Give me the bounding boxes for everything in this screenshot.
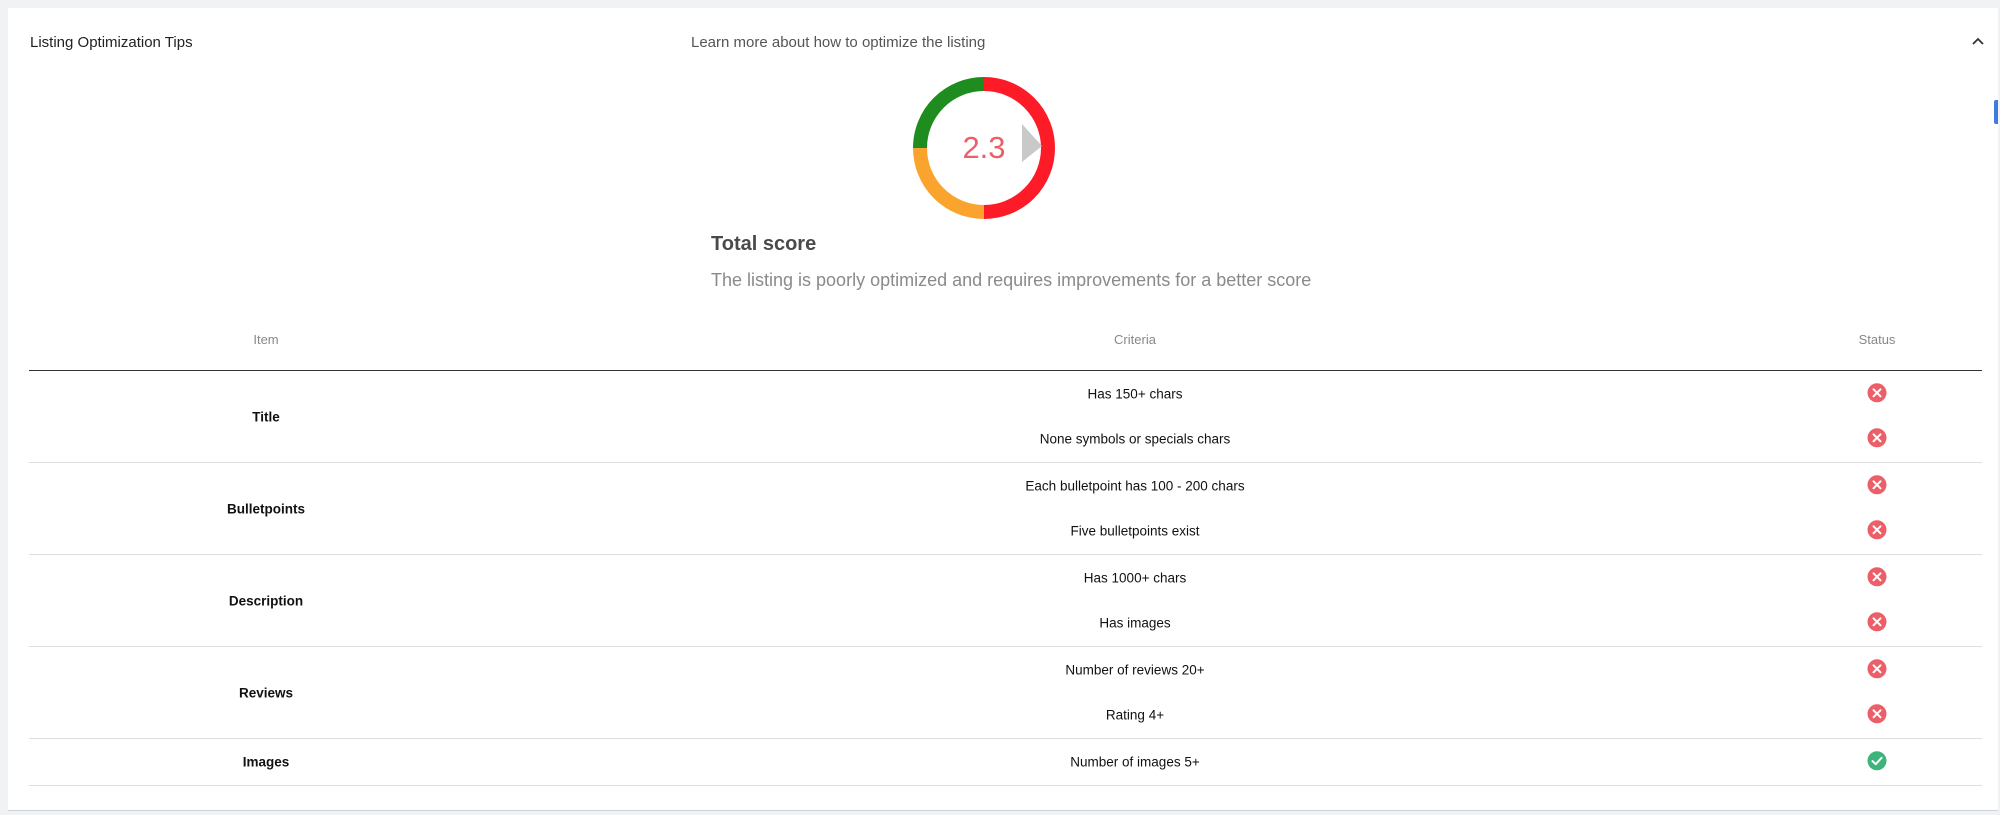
table-row-group: Description Has 1000+ chars Has images (29, 555, 1982, 647)
table-row: None symbols or specials chars (29, 417, 1982, 463)
close-circle-icon (1867, 520, 1887, 540)
score-description: The listing is poorly optimized and requ… (711, 270, 1312, 290)
panel-title: Listing Optimization Tips (30, 34, 193, 51)
table-header: Item Criteria Status (29, 324, 1982, 371)
table-body: Title Has 150+ chars None symbols or speci… (29, 371, 1982, 786)
criteria-label: Number of reviews 20+ (1065, 662, 1205, 678)
close-circle-icon (1867, 428, 1887, 448)
chevron-up-icon (1972, 37, 1984, 45)
collapse-button[interactable] (1963, 26, 1993, 56)
close-circle-icon (1867, 612, 1887, 632)
close-circle-icon (1867, 567, 1887, 587)
table-row: Number of images 5+ (29, 739, 1982, 785)
table-row: Has 1000+ chars (29, 555, 1982, 601)
criteria-label: Number of images 5+ (1070, 754, 1200, 770)
header-criteria: Criteria (1114, 332, 1156, 347)
listing-optimization-panel: Listing Optimization Tips Learn more abo… (8, 8, 1998, 811)
criteria-label: None symbols or specials chars (1039, 431, 1231, 447)
table-row: Number of reviews 20+ (29, 647, 1982, 693)
table-row: Has images (29, 601, 1982, 647)
table-row-group: Reviews Number of reviews 20+ Rating 4+ (29, 647, 1982, 739)
scroll-indicator (1994, 100, 1998, 124)
learn-more-link[interactable]: Learn more about how to optimize the lis… (691, 34, 985, 51)
criteria-label: Has images (1099, 615, 1171, 631)
table-row-group: Images Number of images 5+ (29, 739, 1982, 786)
table-row-group: Bulletpoints Each bulletpoint has 100 - 2… (29, 463, 1982, 555)
close-circle-icon (1867, 475, 1887, 495)
header-status: Status (1858, 332, 1896, 347)
criteria-table: Item Criteria Status Title Has 150+ chars… (29, 324, 1982, 786)
criteria-label: Each bulletpoint has 100 - 200 chars (1025, 478, 1245, 494)
table-row: Each bulletpoint has 100 - 200 chars (29, 463, 1982, 509)
score-gauge: 2.3 (910, 66, 1074, 230)
close-circle-icon (1867, 704, 1887, 724)
total-score-heading: Total score (711, 233, 817, 255)
close-circle-icon (1867, 383, 1887, 403)
table-row: Five bulletpoints exist (29, 509, 1982, 555)
criteria-label: Has 150+ chars (1087, 386, 1183, 402)
close-circle-icon (1867, 659, 1887, 679)
header-item: Item (253, 332, 279, 347)
table-row: Rating 4+ (29, 693, 1982, 739)
check-circle-icon (1867, 751, 1887, 771)
criteria-label: Has 1000+ chars (1083, 570, 1187, 586)
table-row-group: Title Has 150+ chars None symbols or speci… (29, 371, 1982, 463)
criteria-label: Rating 4+ (1105, 707, 1165, 723)
score-value: 2.3 (962, 130, 1006, 165)
criteria-label: Five bulletpoints exist (1070, 523, 1200, 539)
table-row: Has 150+ chars (29, 371, 1982, 417)
